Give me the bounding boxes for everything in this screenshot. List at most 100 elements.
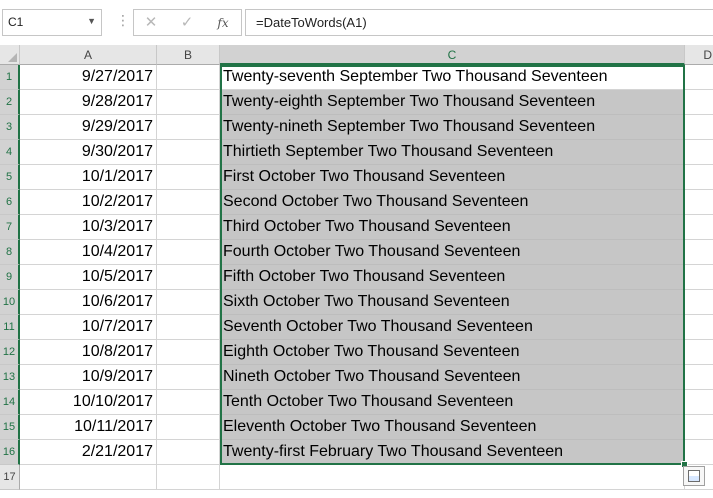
cell-d[interactable] — [685, 440, 713, 465]
cell-d[interactable] — [685, 140, 713, 165]
cell-d[interactable] — [685, 90, 713, 115]
cell-d[interactable] — [685, 265, 713, 290]
row-header[interactable]: 6 — [0, 190, 20, 215]
cell-b[interactable] — [157, 140, 220, 165]
cell-c[interactable]: Eleventh October Two Thousand Seventeen — [220, 415, 685, 440]
cell-d[interactable] — [685, 215, 713, 240]
cell-a[interactable]: 10/5/2017 — [20, 265, 157, 290]
cell-c[interactable]: Nineth October Two Thousand Seventeen — [220, 365, 685, 390]
cell-d[interactable] — [685, 365, 713, 390]
cell-c[interactable]: First October Two Thousand Seventeen — [220, 165, 685, 190]
row-header[interactable]: 11 — [0, 315, 20, 340]
row-header[interactable]: 15 — [0, 415, 20, 440]
cell-a[interactable]: 10/2/2017 — [20, 190, 157, 215]
cell-d[interactable] — [685, 290, 713, 315]
cell-c[interactable]: Third October Two Thousand Seventeen — [220, 215, 685, 240]
row-header[interactable]: 13 — [0, 365, 20, 390]
row-header[interactable]: 14 — [0, 390, 20, 415]
chevron-down-icon[interactable]: ▼ — [87, 16, 96, 26]
cell-a[interactable]: 10/4/2017 — [20, 240, 157, 265]
cancel-icon[interactable]: ✕ — [141, 13, 161, 33]
quick-analysis-button[interactable] — [683, 466, 705, 486]
formula-text: =DateToWords(A1) — [256, 15, 367, 30]
cell-a[interactable]: 9/30/2017 — [20, 140, 157, 165]
column-header-c[interactable]: C — [220, 45, 685, 65]
cell-b[interactable] — [157, 190, 220, 215]
formula-input[interactable]: =DateToWords(A1) — [245, 9, 713, 36]
row-header[interactable]: 16 — [0, 440, 20, 465]
cell-c[interactable]: Fourth October Two Thousand Seventeen — [220, 240, 685, 265]
column-header-d[interactable]: D — [685, 45, 713, 65]
cell-c[interactable]: Fifth October Two Thousand Seventeen — [220, 265, 685, 290]
name-box[interactable]: C1 ▼ — [2, 9, 102, 36]
cell-c[interactable] — [220, 465, 685, 490]
active-cell-c[interactable]: Twenty-seventh September Two Thousand Se… — [220, 65, 685, 90]
cell-a[interactable]: 10/6/2017 — [20, 290, 157, 315]
cell-a[interactable]: 9/29/2017 — [20, 115, 157, 140]
cell-a[interactable]: 10/9/2017 — [20, 365, 157, 390]
cell-b[interactable] — [157, 340, 220, 365]
more-options-icon: ⋮ — [116, 12, 130, 28]
row-header[interactable]: 9 — [0, 265, 20, 290]
cell-c[interactable]: Twenty-first February Two Thousand Seven… — [220, 440, 685, 465]
column-header-a[interactable]: A — [20, 45, 157, 65]
row-header[interactable]: 10 — [0, 290, 20, 315]
cell-a[interactable]: 10/3/2017 — [20, 215, 157, 240]
row-header[interactable]: 12 — [0, 340, 20, 365]
row-header[interactable]: 1 — [0, 65, 20, 90]
cell-b[interactable] — [157, 465, 220, 490]
cell-c[interactable]: Thirtieth September Two Thousand Sevente… — [220, 140, 685, 165]
cell-d[interactable] — [685, 115, 713, 140]
cell-d[interactable] — [685, 65, 713, 90]
row-header[interactable]: 3 — [0, 115, 20, 140]
enter-icon[interactable]: ✓ — [177, 13, 197, 33]
insert-function-icon[interactable]: fx — [213, 13, 233, 33]
cell-d[interactable] — [685, 165, 713, 190]
cell-d[interactable] — [685, 190, 713, 215]
cell-a[interactable]: 10/7/2017 — [20, 315, 157, 340]
cell-a[interactable]: 10/11/2017 — [20, 415, 157, 440]
formula-buttons: ✕ ✓ fx — [133, 9, 242, 36]
cell-a[interactable]: 9/28/2017 — [20, 90, 157, 115]
cell-a[interactable]: 2/21/2017 — [20, 440, 157, 465]
select-all-corner[interactable] — [0, 45, 20, 65]
cell-c[interactable]: Eighth October Two Thousand Seventeen — [220, 340, 685, 365]
cell-c[interactable]: Tenth October Two Thousand Seventeen — [220, 390, 685, 415]
row-header[interactable]: 17 — [0, 465, 20, 490]
cell-d[interactable] — [685, 390, 713, 415]
cell-b[interactable] — [157, 90, 220, 115]
cell-d[interactable] — [685, 340, 713, 365]
cell-b[interactable] — [157, 265, 220, 290]
cell-d[interactable] — [685, 240, 713, 265]
cell-b[interactable] — [157, 215, 220, 240]
row-header[interactable]: 5 — [0, 165, 20, 190]
cell-a[interactable]: 10/1/2017 — [20, 165, 157, 190]
cell-b[interactable] — [157, 115, 220, 140]
row-header[interactable]: 7 — [0, 215, 20, 240]
cell-a[interactable]: 10/10/2017 — [20, 390, 157, 415]
row-header[interactable]: 2 — [0, 90, 20, 115]
cell-c[interactable]: Twenty-nineth September Two Thousand Sev… — [220, 115, 685, 140]
cell-c[interactable]: Seventh October Two Thousand Seventeen — [220, 315, 685, 340]
cell-a[interactable] — [20, 465, 157, 490]
cell-c[interactable]: Twenty-eighth September Two Thousand Sev… — [220, 90, 685, 115]
cell-d[interactable] — [685, 415, 713, 440]
cell-c[interactable]: Second October Two Thousand Seventeen — [220, 190, 685, 215]
cell-b[interactable] — [157, 315, 220, 340]
row-header[interactable]: 4 — [0, 140, 20, 165]
cell-b[interactable] — [157, 290, 220, 315]
cell-b[interactable] — [157, 365, 220, 390]
cell-a[interactable]: 9/27/2017 — [20, 65, 157, 90]
cell-b[interactable] — [157, 390, 220, 415]
cell-b[interactable] — [157, 65, 220, 90]
cell-c[interactable]: Sixth October Two Thousand Seventeen — [220, 290, 685, 315]
row-header[interactable]: 8 — [0, 240, 20, 265]
cell-b[interactable] — [157, 240, 220, 265]
cell-b[interactable] — [157, 165, 220, 190]
column-header-b[interactable]: B — [157, 45, 220, 65]
cell-b[interactable] — [157, 415, 220, 440]
name-box-value: C1 — [8, 15, 24, 29]
cell-a[interactable]: 10/8/2017 — [20, 340, 157, 365]
cell-b[interactable] — [157, 440, 220, 465]
cell-d[interactable] — [685, 315, 713, 340]
